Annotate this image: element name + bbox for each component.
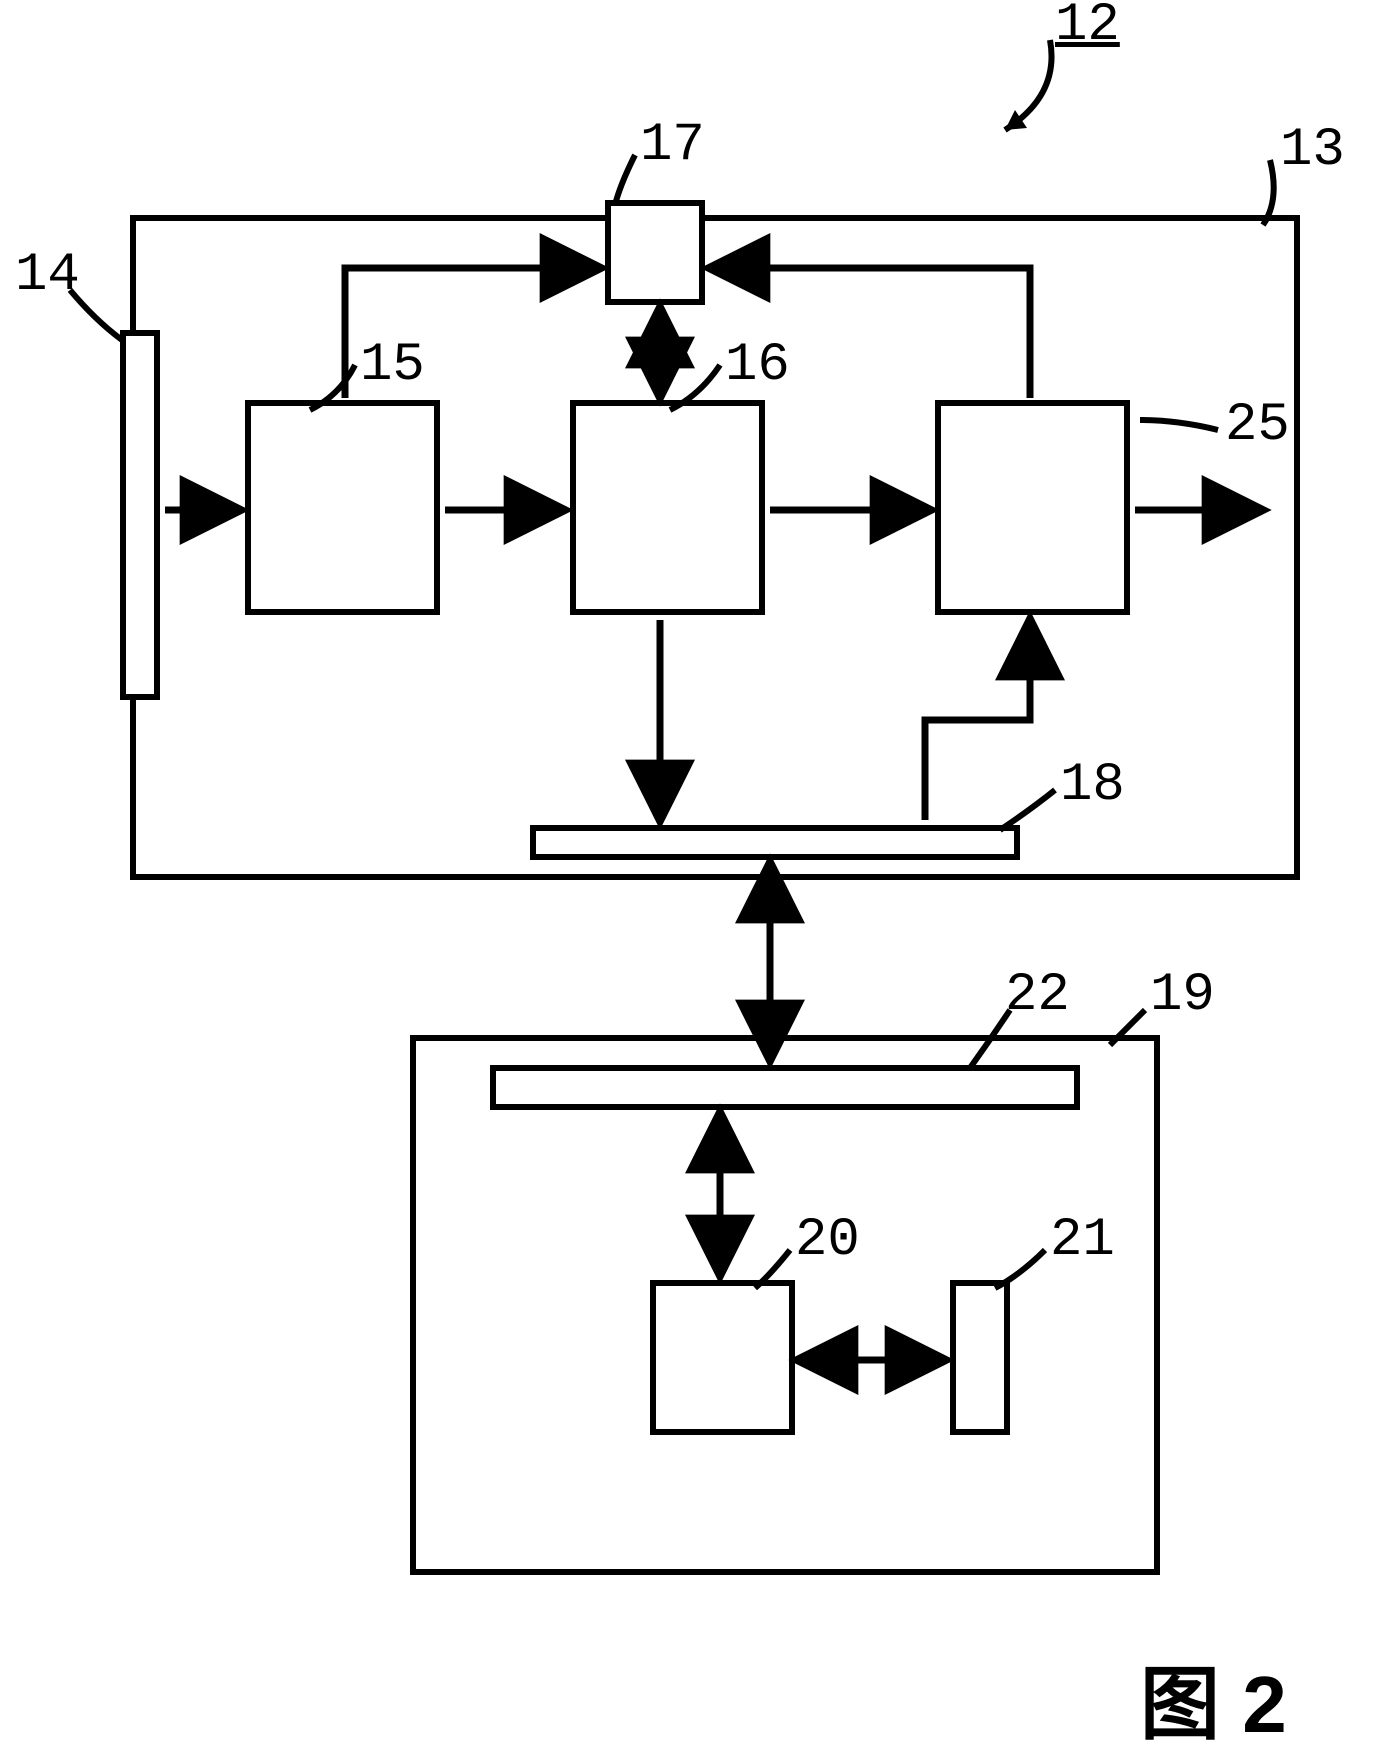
label-12: 12 [1055,0,1120,56]
box-25 [935,400,1130,615]
label-13: 13 [1280,120,1345,181]
figure-label: 图 2 [1140,1640,1287,1756]
label-25: 25 [1225,395,1290,456]
box-15 [245,400,440,615]
box-21 [950,1280,1010,1435]
box-17 [605,200,705,305]
label-20: 20 [795,1210,860,1271]
diagram-canvas: 12 13 14 15 16 17 25 18 22 19 20 21 图 2 [0,0,1397,1749]
label-17: 17 [640,115,705,176]
box-14 [120,330,160,700]
label-18: 18 [1060,755,1125,816]
label-14: 14 [15,245,80,306]
box-20 [650,1280,795,1435]
label-21: 21 [1050,1210,1115,1271]
box-16 [570,400,765,615]
label-15: 15 [360,335,425,396]
label-16: 16 [725,335,790,396]
box-22 [490,1065,1080,1110]
label-19: 19 [1150,965,1215,1026]
box-18 [530,825,1020,860]
label-22: 22 [1005,965,1070,1026]
